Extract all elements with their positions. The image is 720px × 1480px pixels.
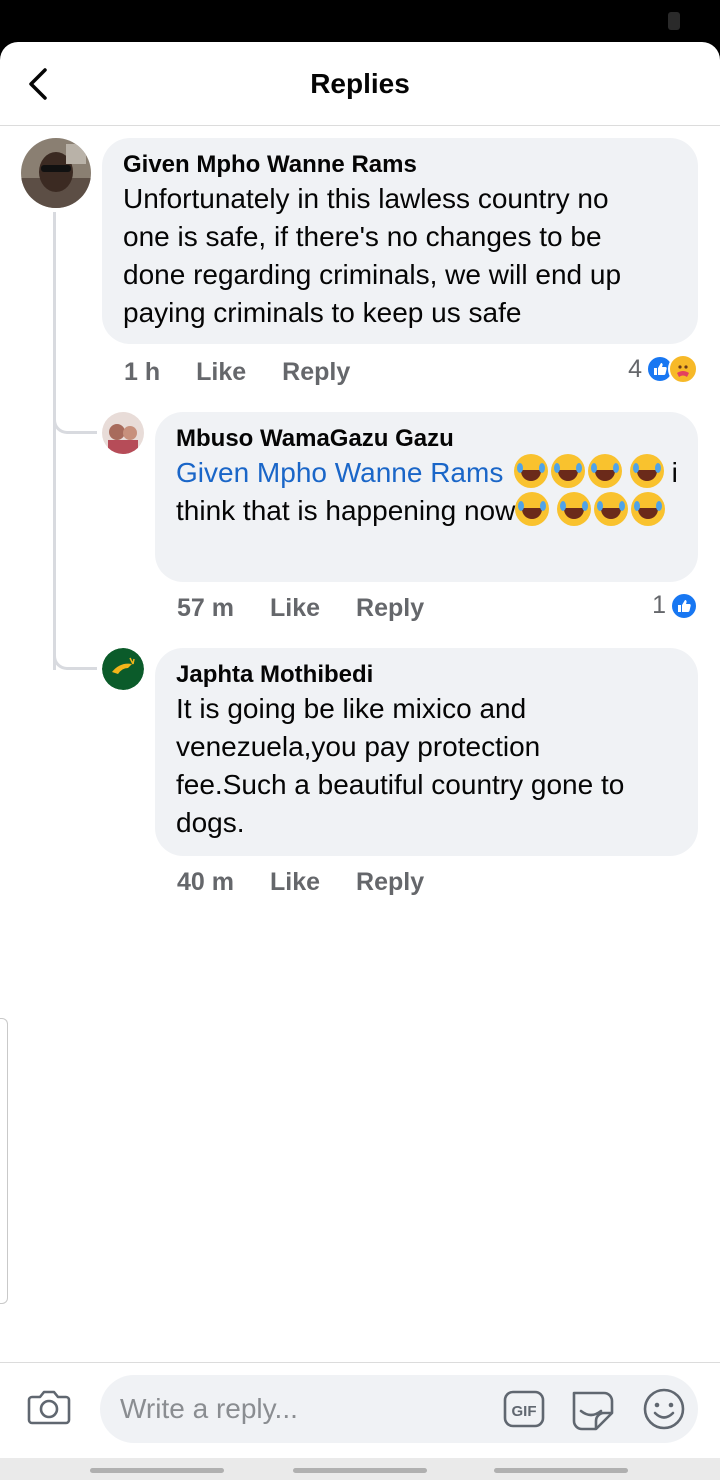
reaction-count: 4 bbox=[628, 354, 642, 383]
system-nav-bar bbox=[0, 1458, 720, 1480]
avatar-photo bbox=[21, 138, 91, 208]
header: Replies bbox=[0, 42, 720, 126]
comment-line: dogs. bbox=[176, 807, 245, 838]
laughing-emoji-icon bbox=[594, 492, 629, 526]
comment-bubble[interactable]: Given Mpho Wanne Rams Unfortunately in t… bbox=[102, 138, 698, 344]
edge-handle[interactable] bbox=[0, 1018, 8, 1304]
thread-connector bbox=[53, 646, 97, 670]
comment-age: 57 m bbox=[177, 594, 234, 622]
laughing-emoji-icon bbox=[551, 454, 586, 488]
status-bar bbox=[0, 0, 720, 42]
reply-button[interactable]: Reply bbox=[356, 868, 424, 897]
comment-line: one is safe, if there's no changes to be bbox=[123, 221, 602, 252]
sticker-icon bbox=[572, 1391, 614, 1431]
comment-body: Given Mpho Wanne Rams i think that is ha… bbox=[176, 454, 678, 530]
laughing-emoji-icon bbox=[588, 454, 623, 488]
nav-handle[interactable] bbox=[90, 1468, 224, 1473]
laughing-emoji-icon bbox=[515, 492, 550, 526]
comment-bubble[interactable]: Japhta Mothibedi It is going be like mix… bbox=[155, 648, 698, 856]
emoji-button[interactable] bbox=[642, 1387, 686, 1431]
nav-handle[interactable] bbox=[293, 1468, 427, 1473]
laughing-emoji-icon bbox=[629, 454, 664, 488]
laughing-emoji-icon bbox=[631, 492, 666, 526]
reply-button[interactable]: Reply bbox=[356, 594, 424, 623]
comment-line: venezuela,you pay protection bbox=[176, 731, 541, 762]
reaction-summary[interactable]: 4 bbox=[628, 354, 698, 384]
comment-bubble[interactable]: Mbuso WamaGazu Gazu Given Mpho Wanne Ram… bbox=[155, 412, 698, 582]
avatar[interactable] bbox=[21, 138, 91, 208]
comment-author[interactable]: Japhta Mothibedi bbox=[176, 660, 678, 690]
comment-line: Unfortunately in this lawless country no bbox=[123, 183, 609, 214]
reaction-summary[interactable]: 1 bbox=[652, 591, 698, 620]
gif-icon: GIF bbox=[503, 1390, 545, 1428]
care-reaction-icon bbox=[668, 354, 698, 384]
sticker-button[interactable] bbox=[570, 1387, 614, 1431]
reply-button[interactable]: Reply bbox=[282, 358, 350, 387]
avatar-photo bbox=[102, 412, 144, 454]
replies-sheet: Replies Given Mpho Wanne Rams Unfortunat… bbox=[0, 42, 720, 1480]
avatar[interactable] bbox=[102, 648, 144, 690]
comment-actions: 40 m Like Reply bbox=[177, 868, 424, 897]
like-button[interactable]: Like bbox=[270, 594, 320, 623]
camera-button[interactable] bbox=[26, 1383, 72, 1429]
like-button[interactable]: Like bbox=[270, 868, 320, 897]
avatar[interactable] bbox=[102, 412, 144, 454]
smiley-icon bbox=[643, 1388, 685, 1430]
laughing-emoji-icon bbox=[514, 454, 549, 488]
gif-button[interactable]: GIF bbox=[502, 1387, 546, 1431]
laughing-emoji-icon bbox=[557, 492, 592, 526]
reply-input[interactable]: Write a reply... GIF bbox=[100, 1375, 698, 1443]
mention-link[interactable]: Given Mpho Wanne Rams bbox=[176, 457, 503, 488]
thread-connector bbox=[53, 410, 97, 434]
comment-line: paying criminals to keep us safe bbox=[123, 297, 522, 328]
reply-placeholder: Write a reply... bbox=[120, 1393, 298, 1424]
nav-handle[interactable] bbox=[494, 1468, 628, 1473]
comment-author[interactable]: Given Mpho Wanne Rams bbox=[123, 150, 678, 180]
comment-author[interactable]: Mbuso WamaGazu Gazu bbox=[176, 424, 678, 454]
comment-line: done regarding criminals, we will end up bbox=[123, 259, 622, 290]
camera-icon bbox=[27, 1390, 71, 1425]
thread-line bbox=[53, 212, 56, 670]
comment-line: fee.Such a beautiful country gone to bbox=[176, 769, 625, 800]
comment-actions: 57 m Like Reply bbox=[177, 594, 424, 623]
page-title: Replies bbox=[310, 68, 410, 99]
status-indicator-icon bbox=[668, 12, 680, 30]
springbok-logo-icon bbox=[102, 648, 144, 690]
gif-label: GIF bbox=[512, 1403, 537, 1420]
reaction-count: 1 bbox=[652, 591, 666, 619]
comment-age: 1 h bbox=[124, 358, 161, 386]
comment-line: It is going be like mixico and bbox=[176, 693, 527, 724]
comment-actions: 1 h Like Reply bbox=[124, 358, 350, 387]
like-reaction-icon bbox=[670, 591, 698, 620]
like-button[interactable]: Like bbox=[196, 358, 246, 387]
comment-age: 40 m bbox=[177, 868, 234, 896]
